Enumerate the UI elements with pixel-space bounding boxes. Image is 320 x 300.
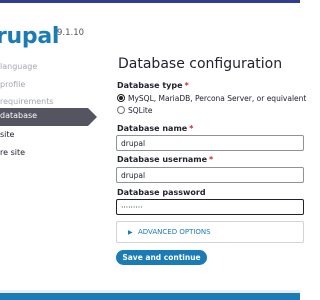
database-password-input[interactable]: ········· <box>116 199 304 215</box>
step-install-site: site <box>0 130 15 139</box>
radio-option-sqlite[interactable]: SQLite <box>117 105 152 115</box>
database-name-input[interactable]: drupal <box>116 135 304 151</box>
required-mark: * <box>189 124 194 133</box>
advanced-options-label: ADVANCED OPTIONS <box>138 228 211 236</box>
radio-button-unchecked[interactable] <box>117 106 125 114</box>
radio-option-mysql[interactable]: MySQL, MariaDB, Percona Server, or equiv… <box>117 93 306 103</box>
top-accent-bar <box>0 0 300 3</box>
step-set-up-database: database <box>0 111 38 120</box>
page-title: Database configuration <box>118 56 283 72</box>
database-type-label: Database type * <box>117 81 189 90</box>
radio-label-sqlite: SQLite <box>128 105 153 115</box>
database-name-label: Database name * <box>117 124 193 133</box>
step-active-arrow <box>88 108 97 126</box>
database-name-label-text: Database name <box>117 124 188 133</box>
database-username-input[interactable]: drupal <box>116 167 304 183</box>
required-mark: * <box>209 155 214 164</box>
database-password-label: Database password <box>117 188 206 197</box>
version-label: 9.1.10 <box>57 28 85 38</box>
step-choose-language: language <box>0 62 38 71</box>
drupal-logo-text: rupal <box>0 24 60 49</box>
advanced-options-toggle[interactable]: ▶ ADVANCED OPTIONS <box>116 221 304 243</box>
database-type-label-text: Database type <box>117 81 183 90</box>
step-configure-site: re site <box>0 148 26 157</box>
required-mark: * <box>184 81 189 90</box>
database-username-label: Database username * <box>117 155 213 164</box>
bottom-accent-bar <box>0 293 300 300</box>
step-verify-requirements: requirements <box>0 97 54 106</box>
database-username-label-text: Database username <box>117 155 208 164</box>
radio-label-mysql: MySQL, MariaDB, Percona Server, or equiv… <box>128 93 307 103</box>
step-choose-profile: profile <box>0 80 26 89</box>
triangle-right-icon: ▶ <box>128 229 133 236</box>
radio-button-checked[interactable] <box>117 94 125 102</box>
save-and-continue-button[interactable]: Save and continue <box>116 250 207 265</box>
